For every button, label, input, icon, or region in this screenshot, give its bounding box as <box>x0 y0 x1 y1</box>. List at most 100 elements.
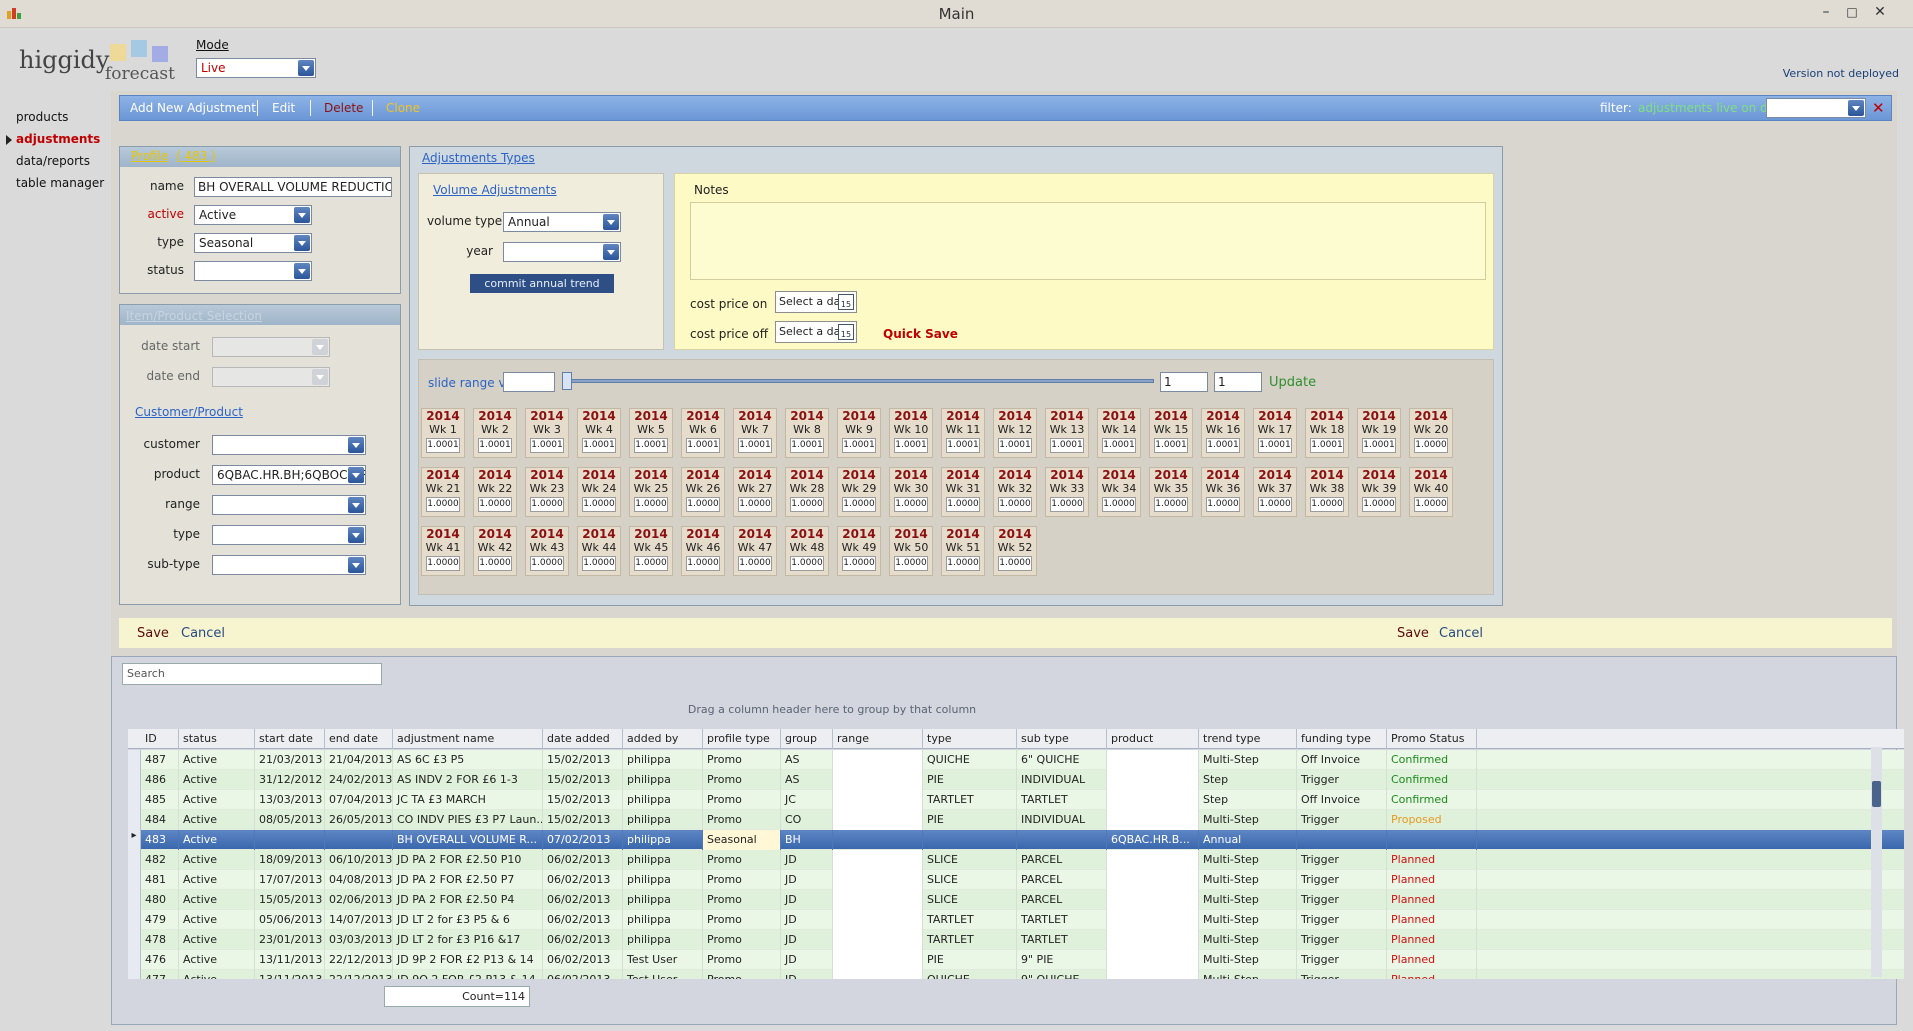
year-select[interactable] <box>503 242 621 262</box>
week-factor-input[interactable]: 1.0001 <box>1102 438 1136 453</box>
nav-item-data-reports[interactable]: data/reports <box>16 150 104 172</box>
week-factor-input[interactable]: 1.0000 <box>894 497 928 512</box>
filter-date-select[interactable] <box>1766 98 1866 118</box>
row-indicator[interactable] <box>128 890 141 910</box>
week-factor-input[interactable]: 1.0001 <box>738 438 772 453</box>
save-button[interactable]: Save <box>137 626 169 641</box>
week-factor-input[interactable]: 1.0000 <box>634 556 668 571</box>
column-header[interactable]: end date <box>325 729 393 749</box>
week-factor-input[interactable]: 1.0000 <box>1414 438 1448 453</box>
week-factor-input[interactable]: 1.0001 <box>1050 438 1084 453</box>
slider-thumb[interactable] <box>562 372 572 390</box>
week-factor-input[interactable]: 1.0000 <box>1310 497 1344 512</box>
week-factor-input[interactable]: 1.0001 <box>478 438 512 453</box>
week-factor-input[interactable]: 1.0000 <box>478 497 512 512</box>
vertical-scrollbar[interactable] <box>1871 747 1882 977</box>
column-header[interactable]: funding type <box>1297 729 1387 749</box>
customer-product-title[interactable]: Customer/Product <box>135 405 243 419</box>
week-factor-input[interactable]: 1.0000 <box>686 497 720 512</box>
week-factor-input[interactable]: 1.0000 <box>946 556 980 571</box>
customer-select[interactable] <box>212 435 366 455</box>
row-indicator[interactable] <box>128 870 141 890</box>
slider-value-1[interactable]: 1 <box>1160 372 1208 392</box>
column-header[interactable]: date added <box>543 729 623 749</box>
week-factor-input[interactable]: 1.0000 <box>1206 497 1240 512</box>
clear-filter-icon[interactable]: ✕ <box>1872 99 1885 117</box>
table-row[interactable]: ▸ 483 Active BH OVERALL VOLUME R... 07/02/20… <box>128 830 1904 850</box>
product-select[interactable]: 6QBAC.HR.BH;6QBOC.HR.BH <box>212 465 366 485</box>
nav-item-adjustments[interactable]: adjustments <box>5 128 104 150</box>
edit-button[interactable]: Edit <box>272 101 295 115</box>
grid-search-input[interactable]: Search <box>122 663 382 685</box>
column-header[interactable]: ID <box>141 729 179 749</box>
volume-type-select[interactable]: Annual <box>503 212 621 232</box>
row-indicator[interactable] <box>128 910 141 930</box>
calendar-icon[interactable]: 15 <box>838 324 854 340</box>
week-factor-input[interactable]: 1.0001 <box>894 438 928 453</box>
volume-adjustments-title[interactable]: Volume Adjustments <box>433 183 557 197</box>
quick-save-button[interactable]: Quick Save <box>883 327 958 341</box>
week-factor-input[interactable]: 1.0000 <box>842 497 876 512</box>
table-row[interactable]: 477Active13/11/201322/12/2013JD 9Q 2 FOR… <box>128 970 1904 979</box>
table-row[interactable]: 479 Active 05/06/2013 14/07/2013 JD LT 2 for… <box>128 910 1904 930</box>
table-row[interactable]: 487 Active 21/03/2013 21/04/2013 AS 6C £3 P5… <box>128 750 1904 770</box>
week-factor-input[interactable]: 1.0000 <box>842 556 876 571</box>
week-factor-input[interactable]: 1.0000 <box>478 556 512 571</box>
clone-button[interactable]: Clone <box>386 101 420 115</box>
week-factor-input[interactable]: 1.0001 <box>1154 438 1188 453</box>
week-factor-input[interactable]: 1.0001 <box>686 438 720 453</box>
table-row[interactable]: 486 Active 31/12/2012 24/02/2013 AS INDV 2 F… <box>128 770 1904 790</box>
type-select[interactable]: Seasonal <box>194 233 312 253</box>
range-slider[interactable] <box>562 371 1154 393</box>
week-factor-input[interactable]: 1.0000 <box>738 497 772 512</box>
week-factor-input[interactable]: 1.0001 <box>582 438 616 453</box>
week-factor-input[interactable]: 1.0000 <box>790 497 824 512</box>
week-factor-input[interactable]: 1.0001 <box>1258 438 1292 453</box>
column-header[interactable]: type <box>923 729 1017 749</box>
table-row[interactable]: 476 Active 13/11/2013 22/12/2013 JD 9P 2 FOR… <box>128 950 1904 970</box>
maximize-icon[interactable]: □ <box>1838 2 1866 22</box>
week-factor-input[interactable]: 1.0000 <box>1414 497 1448 512</box>
row-indicator[interactable] <box>128 930 141 950</box>
row-indicator[interactable]: ▸ <box>128 830 141 850</box>
column-header[interactable]: product <box>1107 729 1199 749</box>
week-factor-input[interactable]: 1.0000 <box>686 556 720 571</box>
add-adjustment-button[interactable]: Add New Adjustment <box>130 101 256 115</box>
range-select[interactable] <box>212 495 366 515</box>
week-factor-input[interactable]: 1.0000 <box>1362 497 1396 512</box>
active-select[interactable]: Active <box>194 205 312 225</box>
week-factor-input[interactable]: 1.0001 <box>1310 438 1344 453</box>
table-row[interactable]: 481 Active 17/07/2013 04/08/2013 JD PA 2 FOR… <box>128 870 1904 890</box>
column-header[interactable]: adjustment name <box>393 729 543 749</box>
cost-on-date-picker[interactable]: Select a date 15 <box>775 291 857 313</box>
cancel-button-right[interactable]: Cancel <box>1439 626 1483 641</box>
row-indicator[interactable] <box>128 770 141 790</box>
week-factor-input[interactable]: 1.0000 <box>1102 497 1136 512</box>
week-factor-input[interactable]: 1.0001 <box>426 438 460 453</box>
column-header[interactable]: trend type <box>1199 729 1297 749</box>
week-factor-input[interactable]: 1.0001 <box>634 438 668 453</box>
nav-item-table-manager[interactable]: table manager <box>16 172 104 194</box>
week-factor-input[interactable]: 1.0000 <box>998 556 1032 571</box>
row-indicator[interactable] <box>128 950 141 970</box>
slider-value-2[interactable]: 1 <box>1214 372 1262 392</box>
week-factor-input[interactable]: 1.0000 <box>1154 497 1188 512</box>
table-row[interactable]: 480 Active 15/05/2013 02/06/2013 JD PA 2 FOR… <box>128 890 1904 910</box>
adjustment-types-title[interactable]: Adjustments Types <box>422 151 535 165</box>
date-end-select[interactable] <box>212 367 330 387</box>
profile-link[interactable]: Profile <box>131 149 168 163</box>
column-header[interactable]: range <box>833 729 923 749</box>
subtype-select[interactable] <box>212 555 366 575</box>
row-indicator[interactable] <box>128 810 141 830</box>
table-row[interactable]: 485 Active 13/03/2013 07/04/2013 JC TA £3 MA… <box>128 790 1904 810</box>
column-header[interactable]: Promo Status <box>1387 729 1477 749</box>
table-row[interactable]: 478 Active 23/01/2013 03/03/2013 JD LT 2 for… <box>128 930 1904 950</box>
column-header[interactable]: status <box>179 729 255 749</box>
column-header[interactable]: sub type <box>1017 729 1107 749</box>
week-factor-input[interactable]: 1.0000 <box>894 556 928 571</box>
week-factor-input[interactable]: 1.0000 <box>530 556 564 571</box>
week-factor-input[interactable]: 1.0000 <box>1050 497 1084 512</box>
mode-select[interactable]: Live <box>196 58 316 78</box>
week-factor-input[interactable]: 1.0001 <box>1206 438 1240 453</box>
cancel-button[interactable]: Cancel <box>181 626 225 641</box>
